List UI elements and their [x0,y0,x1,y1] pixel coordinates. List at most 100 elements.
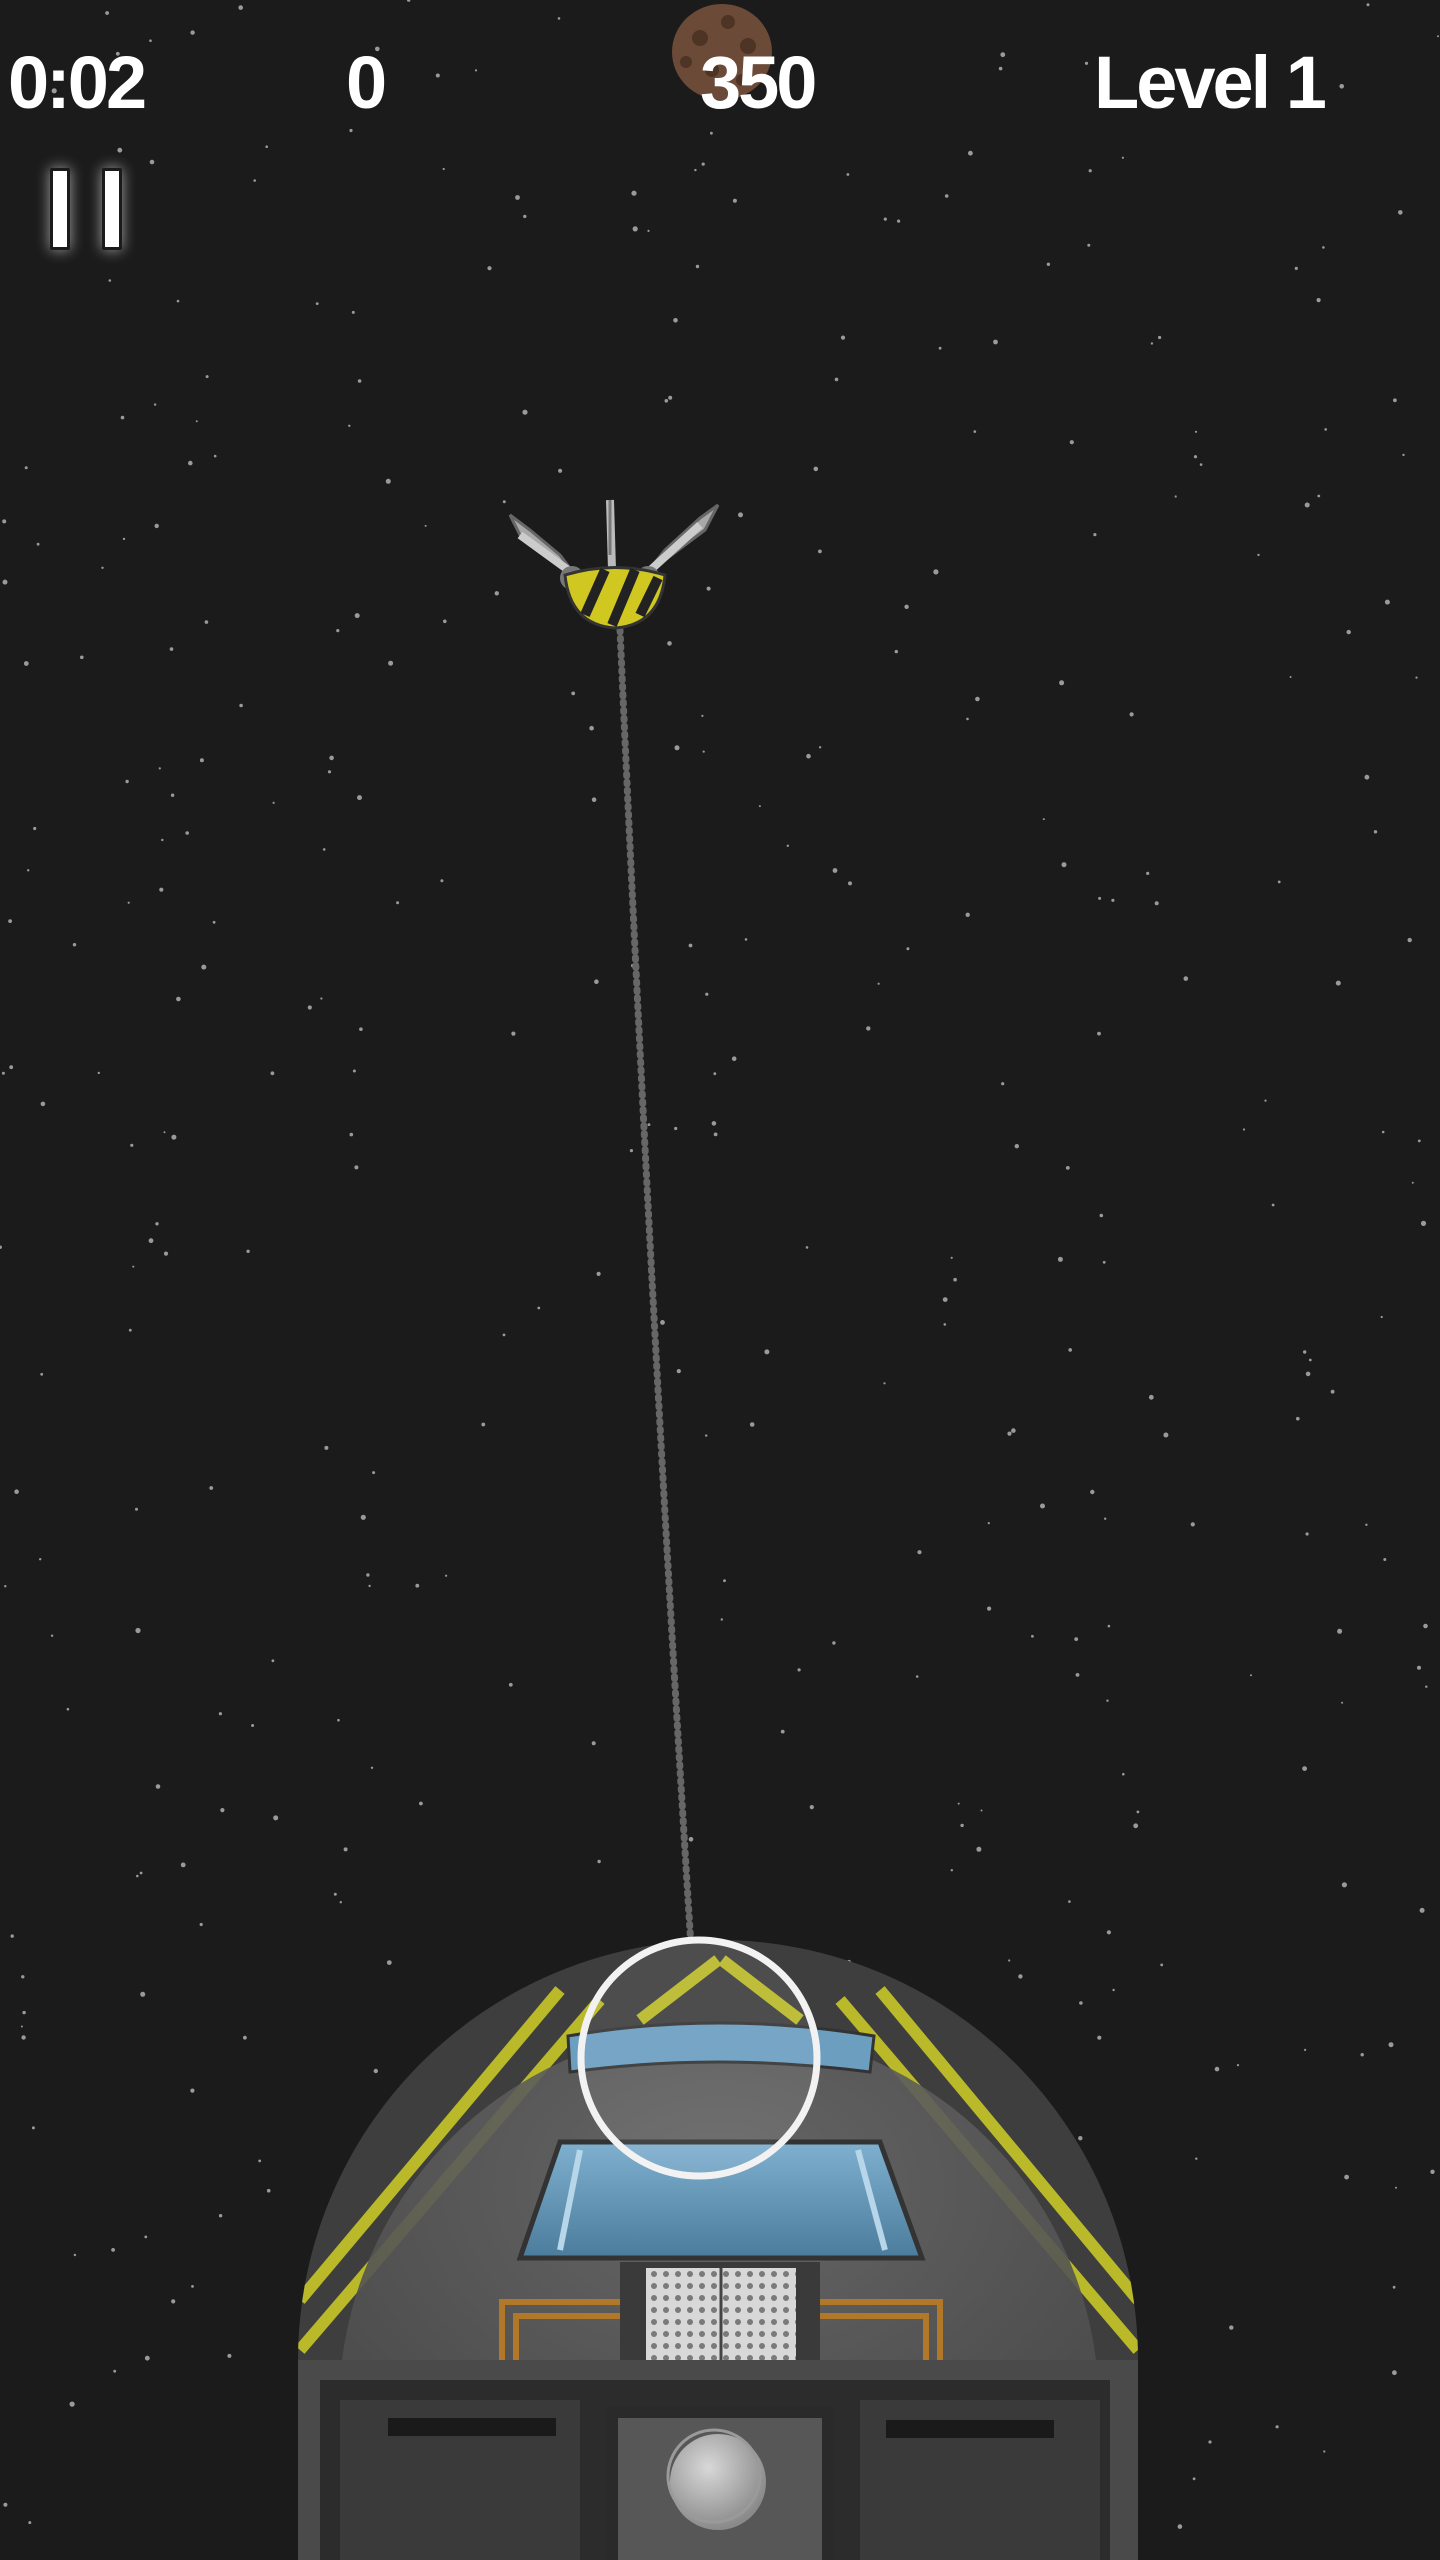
star [1160,1963,1164,1967]
star [523,214,527,219]
star [415,1583,420,1588]
star [1392,2285,1396,2289]
star [1417,1139,1421,1143]
star [674,1126,678,1131]
star [201,964,207,970]
star [23,661,29,666]
star [140,1991,146,1997]
star [144,2235,148,2239]
star [1304,2048,1307,2051]
star [220,1808,225,1813]
star [764,1349,770,1355]
star [113,2369,117,2373]
star [14,1489,19,1494]
star [336,629,340,633]
star [511,1031,516,1036]
star [1174,495,1177,498]
star [749,1422,755,1427]
star [695,264,700,269]
star [558,468,563,473]
star [246,1249,250,1254]
star [320,997,323,1000]
star [1069,440,1074,445]
star [386,1960,392,1965]
star [706,586,711,591]
star [738,512,743,518]
star [1122,1772,1125,1776]
star [713,1132,718,1137]
star [271,1659,275,1663]
elapsed-time: 0:02 [8,41,147,124]
star [161,838,164,842]
star [1229,2325,1234,2330]
star [1392,2370,1397,2376]
star [1271,1203,1275,1207]
star [647,1123,651,1126]
star [357,795,362,801]
star [1360,2053,1364,2057]
star [494,591,499,596]
star [732,198,737,203]
star [27,869,30,872]
star [1407,937,1412,943]
star [2,579,8,585]
star [1294,266,1298,270]
star [171,2299,176,2304]
star [1250,1674,1252,1677]
grabber-claw[interactable] [508,499,720,630]
star [1099,1213,1104,1218]
star [1296,1416,1300,1421]
star [1008,1959,1011,1962]
star [832,1641,836,1645]
aim-reticle[interactable] [577,1936,821,2180]
star [21,2035,26,2040]
star [474,69,478,72]
pause-button[interactable] [42,160,132,260]
star [272,801,275,804]
star [8,919,13,923]
star [343,1847,348,1852]
star [1316,298,1321,303]
star [976,1846,982,1852]
star [105,11,109,15]
star [1007,1431,1012,1436]
star [0,1245,2,1249]
game-scene[interactable] [0,0,1440,2560]
star [1018,1974,1023,1979]
star [368,1584,371,1588]
star [965,912,970,917]
star [1419,1907,1425,1913]
star [370,1766,374,1770]
star [647,229,650,232]
star [212,920,216,924]
star [258,2159,262,2163]
star [1335,980,1341,986]
star [443,619,447,624]
star [111,2248,115,2252]
star [1136,1810,1140,1814]
star [1289,676,1292,678]
star [360,1514,366,1520]
star [1364,774,1370,780]
star [537,1306,541,1310]
star [1383,1558,1387,1561]
star [950,1869,953,1872]
star [1031,1634,1034,1638]
star [9,1065,14,1070]
star [1420,1220,1427,1226]
star [4,1585,7,1588]
star [1346,629,1351,635]
star [1302,1766,1307,1771]
star [818,746,822,749]
star [944,194,949,198]
star [589,725,594,731]
star [557,17,561,20]
star [515,195,520,200]
star [357,379,362,383]
star [1074,1637,1079,1641]
star [1061,862,1067,868]
star [1177,2524,1183,2529]
star [130,1143,134,1147]
star [190,2088,195,2093]
star [998,66,1003,71]
